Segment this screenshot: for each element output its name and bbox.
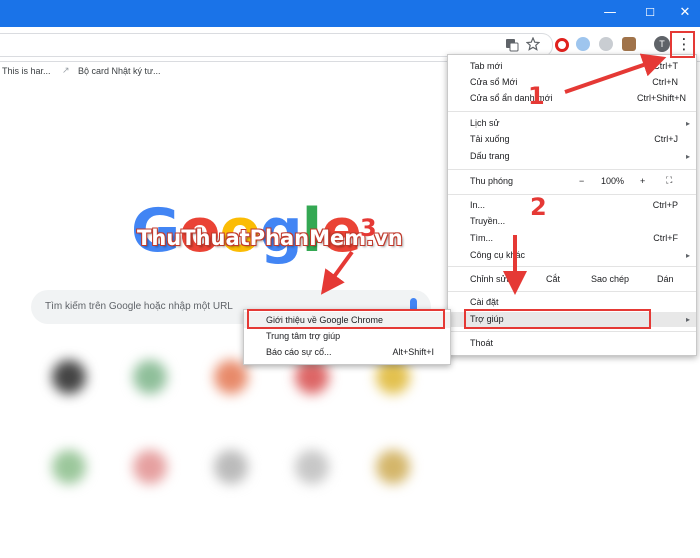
menu-item-print[interactable]: In... Ctrl+P bbox=[448, 198, 696, 213]
title-bar: — ☐ ✕ bbox=[0, 0, 700, 27]
shortcut-tile[interactable] bbox=[214, 450, 248, 484]
menu-item-cast[interactable]: Truyền... bbox=[448, 214, 696, 229]
highlight-help-item bbox=[464, 309, 651, 329]
menu-item-find[interactable]: Tìm... Ctrl+F bbox=[448, 231, 696, 246]
menu-separator bbox=[448, 266, 696, 267]
menu-item-new-tab[interactable]: Tab mới Ctrl+T bbox=[448, 59, 696, 74]
menu-separator bbox=[448, 111, 696, 112]
zoom-out-button[interactable]: − bbox=[579, 174, 584, 189]
translate-icon[interactable] bbox=[505, 38, 519, 52]
maximize-button[interactable]: ☐ bbox=[630, 0, 670, 27]
chevron-right-icon: ▸ bbox=[685, 251, 690, 260]
chevron-right-icon: ▸ bbox=[685, 119, 690, 128]
info-icon[interactable] bbox=[599, 37, 613, 51]
zoom-level: 100% bbox=[601, 176, 625, 186]
profile-avatar-icon[interactable]: T bbox=[654, 36, 670, 52]
menu-item-downloads[interactable]: Tải xuống Ctrl+J bbox=[448, 132, 696, 147]
shortcut-tile[interactable] bbox=[133, 450, 167, 484]
search-placeholder: Tìm kiếm trên Google hoặc nhập một URL bbox=[45, 301, 233, 312]
menu-item-new-window[interactable]: Cửa sổ Mới Ctrl+N bbox=[448, 75, 696, 90]
chevron-right-icon: ▸ bbox=[685, 315, 690, 324]
menu-separator bbox=[448, 291, 696, 292]
star-icon[interactable] bbox=[526, 37, 540, 51]
menu-item-exit[interactable]: Thoát bbox=[448, 336, 696, 351]
paste-button[interactable]: Dán bbox=[657, 272, 674, 287]
close-button[interactable]: ✕ bbox=[665, 0, 700, 27]
bookmark-item[interactable]: Bộ card Nhật ký tư... bbox=[78, 66, 161, 76]
menu-separator bbox=[448, 194, 696, 195]
submenu-item-report-issue[interactable]: Báo cáo sự cố... Alt+Shift+I bbox=[244, 344, 450, 360]
shortcut-tile[interactable] bbox=[52, 450, 86, 484]
extension-icon[interactable] bbox=[622, 37, 636, 51]
step-number-1: 1 bbox=[528, 82, 545, 110]
highlight-menu-button bbox=[670, 31, 695, 58]
shortcut-tile[interactable] bbox=[295, 450, 329, 484]
shortcut-tile[interactable] bbox=[376, 450, 410, 484]
menu-item-incognito[interactable]: Cửa sổ ẩn danh mới Ctrl+Shift+N bbox=[448, 91, 696, 106]
menu-item-bookmarks[interactable]: Dấu trang ▸ bbox=[448, 149, 696, 164]
shortcut-tile[interactable] bbox=[214, 360, 248, 394]
step-number-3: 3 bbox=[360, 214, 377, 242]
zoom-in-button[interactable]: + bbox=[640, 174, 645, 189]
extension-icon[interactable] bbox=[576, 37, 590, 51]
cut-button[interactable]: Cắt bbox=[546, 272, 560, 287]
menu-separator bbox=[448, 169, 696, 170]
chevron-right-icon: ▸ bbox=[685, 152, 690, 161]
bookmark-favicon-icon: ↗ bbox=[62, 65, 70, 75]
menu-item-more-tools[interactable]: Công cụ khác ▸ bbox=[448, 248, 696, 263]
bookmark-item[interactable]: This is har... bbox=[2, 66, 51, 76]
menu-item-settings[interactable]: Cài đặt bbox=[448, 295, 696, 310]
menu-item-zoom: Thu phóng − 100% + ⛶ bbox=[448, 174, 696, 189]
menu-item-edit: Chỉnh sửa Cắt Sao chép Dán bbox=[448, 272, 696, 287]
copy-button[interactable]: Sao chép bbox=[591, 272, 629, 287]
menu-item-history[interactable]: Lịch sử ▸ bbox=[448, 116, 696, 131]
submenu-item-help-center[interactable]: Trung tâm trợ giúp bbox=[244, 328, 450, 344]
highlight-about-item bbox=[247, 309, 445, 329]
fullscreen-icon[interactable]: ⛶ bbox=[666, 174, 672, 189]
shortcut-tile[interactable] bbox=[52, 360, 86, 394]
step-number-2: 2 bbox=[530, 193, 547, 221]
bookmarks-bar: This is har... ↗ Bộ card Nhật ký tư... bbox=[0, 62, 445, 82]
menu-separator bbox=[448, 331, 696, 332]
shortcut-tile[interactable] bbox=[133, 360, 167, 394]
minimize-button[interactable]: — bbox=[590, 0, 630, 27]
shortcut-tile[interactable] bbox=[295, 360, 329, 394]
shortcut-tile[interactable] bbox=[376, 360, 410, 394]
opera-icon[interactable] bbox=[555, 38, 569, 52]
